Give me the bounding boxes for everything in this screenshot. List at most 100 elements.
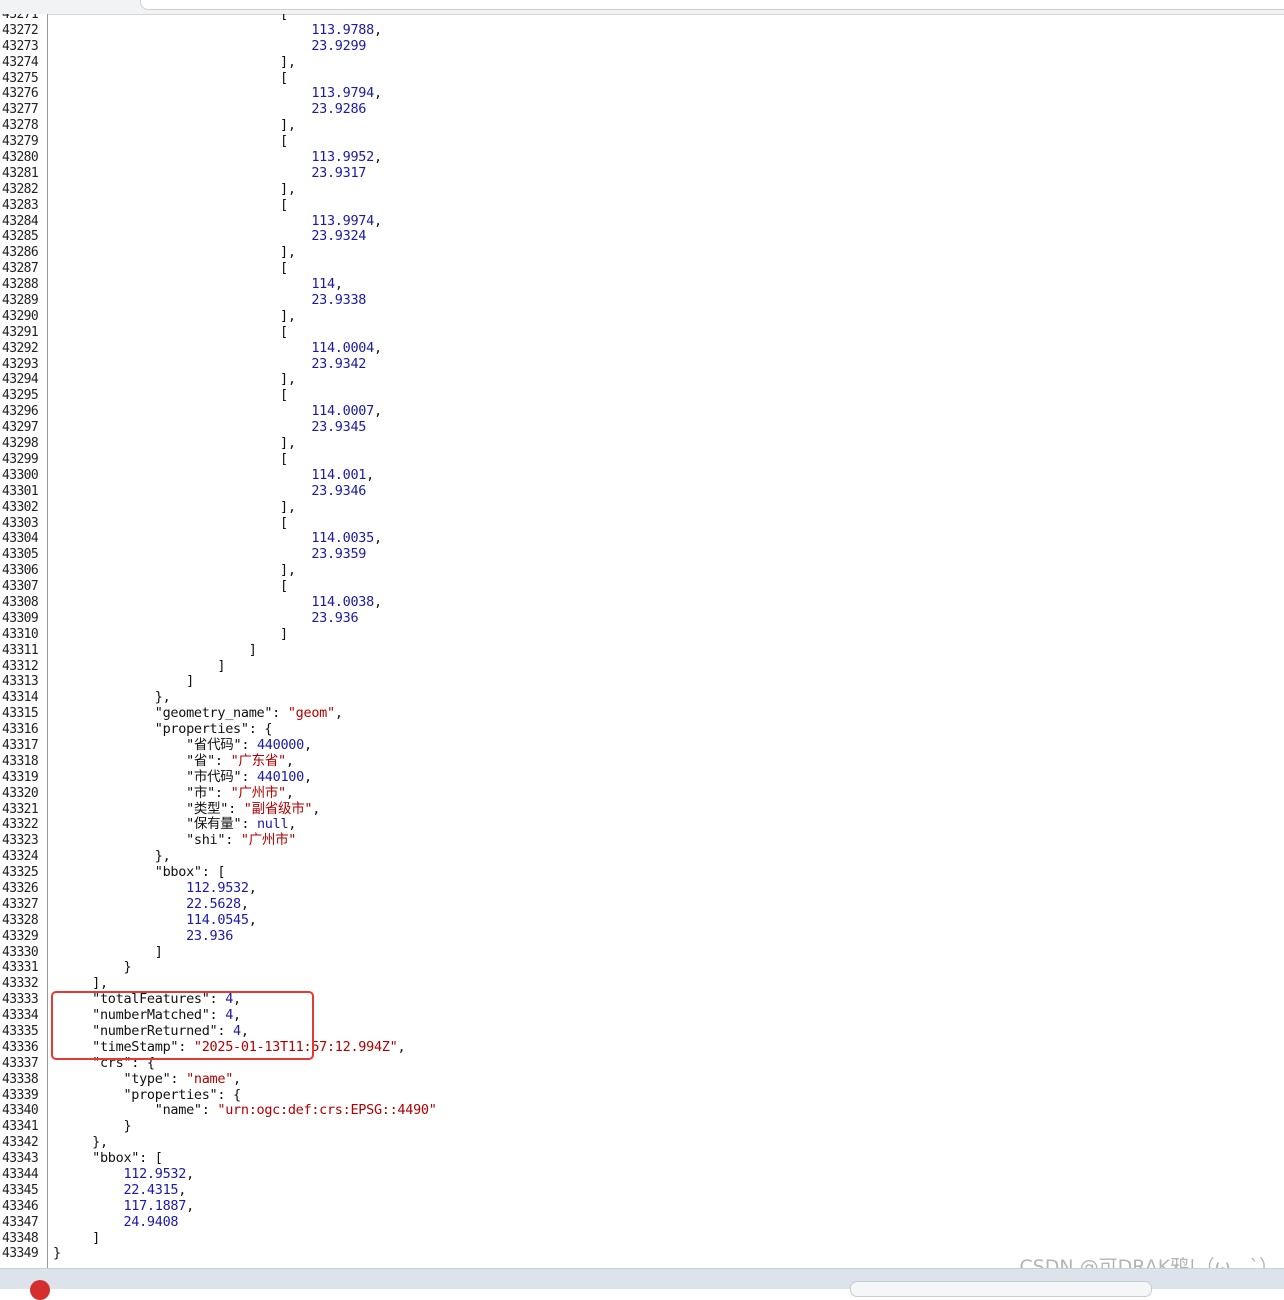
code-line: 43321 "类型": "副省级市", [0,801,1284,818]
json-token: , [334,276,343,293]
json-token: } [53,959,132,976]
line-content: "省": "广东省", [53,753,294,770]
code-line: 43283 [ [0,197,1284,214]
json-token: }, [53,1134,108,1151]
code-line: 43347 24.9408 [0,1214,1284,1231]
line-content: ], [53,435,296,452]
line-number: 43274 [2,54,39,70]
code-line: 43310 ] [0,625,1284,643]
line-number: 43323 [2,833,39,849]
code-line: 43282 ], [0,181,1284,198]
line-content: [ [53,133,288,150]
browser-tab-edge[interactable] [140,0,1284,10]
line-content: "市": "广州市", [53,784,294,802]
json-number: 112.9532 [123,1166,187,1183]
line-number: 43298 [2,436,39,452]
json-token: [ [53,14,288,22]
code-line: 43332 ], [0,975,1284,992]
line-number: 43326 [2,880,39,896]
line-content: 117.1887, [53,1197,194,1215]
line-number: 43272 [2,22,39,38]
json-token: [ [53,514,288,531]
json-token: ] [53,625,288,642]
json-string: "广州市" [240,832,297,849]
json-token: , [303,768,312,785]
json-number: 113.9794 [311,85,374,102]
line-content: ] [53,1230,100,1247]
line-number: 43340 [2,1103,39,1119]
json-token: ], [53,244,296,261]
code-line: 43323 "shi": "广州市" [0,832,1284,849]
line-number: 43282 [2,181,39,197]
json-number: 23.9346 [311,482,367,499]
code-line: 43303 [ [0,514,1284,532]
line-number: 43301 [2,483,39,499]
code-line: 43293 23.9342 [0,356,1284,373]
json-token: , [373,85,382,102]
json-token: ], [53,53,296,70]
code-line: 43272 113.9788, [0,22,1284,39]
line-number: 43318 [2,753,39,769]
line-number: 43336 [2,1039,39,1055]
line-content: "bbox": [ [53,864,226,881]
json-token: , [186,1197,194,1214]
json-token: "type": [53,1070,187,1087]
line-content: "type": "name", [53,1070,241,1088]
line-number: 43303 [2,515,39,531]
json-code-area[interactable]: 43271 [43272 113.9788, 43273 23.9299 43274… [0,14,1284,1262]
line-number: 43285 [2,229,39,245]
json-number: 114.0035 [311,530,374,547]
json-token: , [373,593,382,610]
line-content: 113.9788, [53,22,382,39]
json-viewer[interactable]: 43271 [43272 113.9788, 43273 23.9299 43274… [0,14,1284,1268]
line-content: 114.0035, [53,530,382,547]
line-number: 43273 [2,38,39,54]
code-line: 43314 }, [0,689,1284,706]
line-number: 43338 [2,1071,39,1087]
code-line: 43280 113.9952, [0,149,1284,166]
line-content: 23.936 [53,610,358,627]
json-token: "bbox": [ [53,864,226,881]
code-line: 43278 ], [0,117,1284,134]
line-content: 23.9299 [53,38,366,55]
code-line: 43346 117.1887, [0,1197,1284,1215]
json-number: 440000 [256,736,304,753]
code-line: 43299 [ [0,451,1284,468]
line-number: 43317 [2,737,39,753]
line-number: 43289 [2,293,39,309]
line-content: [ [53,451,288,468]
taskbar-app-icon[interactable] [30,1280,50,1300]
code-line: 43312 ] [0,658,1284,675]
code-line: 43344 112.9532, [0,1166,1284,1183]
json-token: , [285,784,294,801]
line-number: 43306 [2,563,39,579]
taskbar-search-bar[interactable] [850,1281,1152,1297]
json-token: ] [53,673,194,690]
line-number: 43307 [2,579,39,595]
line-number: 43276 [2,86,39,102]
line-content: [ [53,70,288,87]
code-line: 43329 23.936 [0,928,1284,945]
line-content: ], [53,53,296,71]
line-number: 43321 [2,801,39,817]
json-number: 23.9286 [311,101,367,118]
line-number: 43287 [2,261,39,277]
line-content: 114.0038, [53,593,382,611]
line-content: 114.0545, [53,912,257,929]
code-line: 43306 ], [0,562,1284,579]
json-number: 23.9317 [311,164,367,181]
code-line: 43348 ] [0,1230,1284,1247]
code-line: 43322 "保有量": null, [0,816,1284,833]
line-number: 43284 [2,213,39,229]
code-line: 43300 114.001, [0,467,1284,484]
line-number: 43308 [2,594,39,610]
code-line: 43327 22.5628, [0,896,1284,913]
line-number: 43291 [2,324,39,340]
